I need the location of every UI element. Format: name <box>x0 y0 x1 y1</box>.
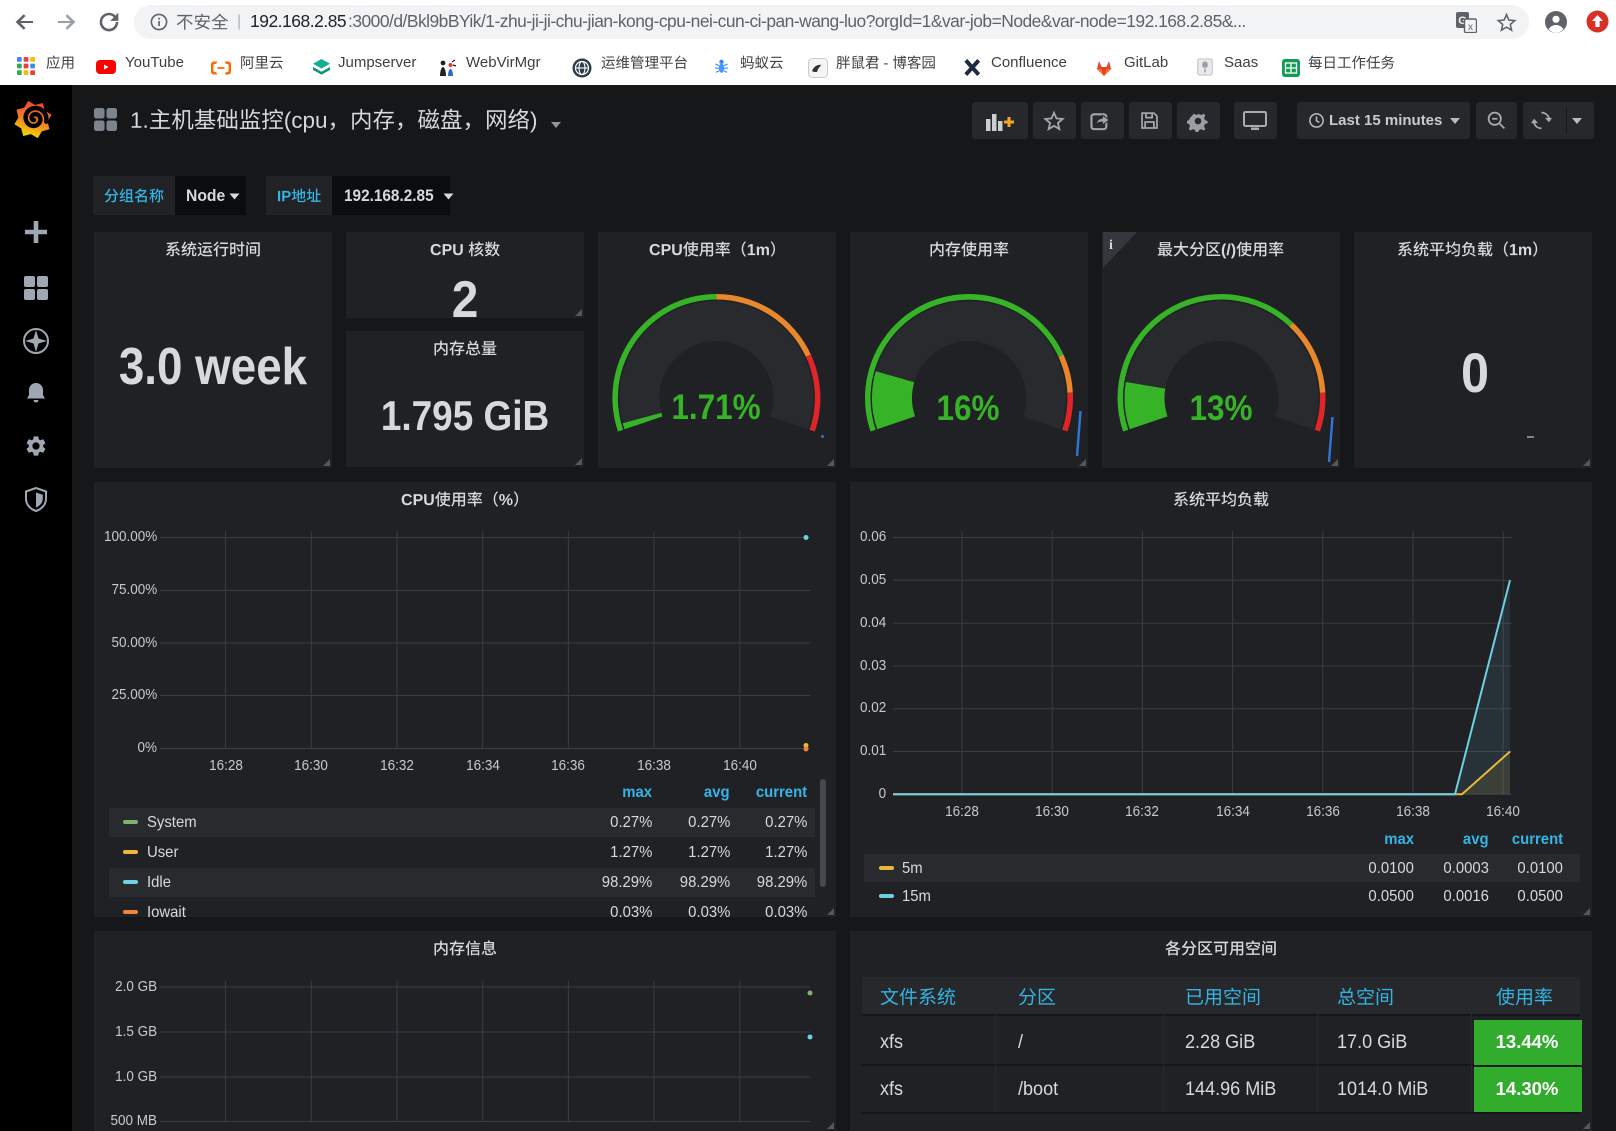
svg-text:x: x <box>1468 22 1473 33</box>
svg-text:i: i <box>1109 238 1113 253</box>
